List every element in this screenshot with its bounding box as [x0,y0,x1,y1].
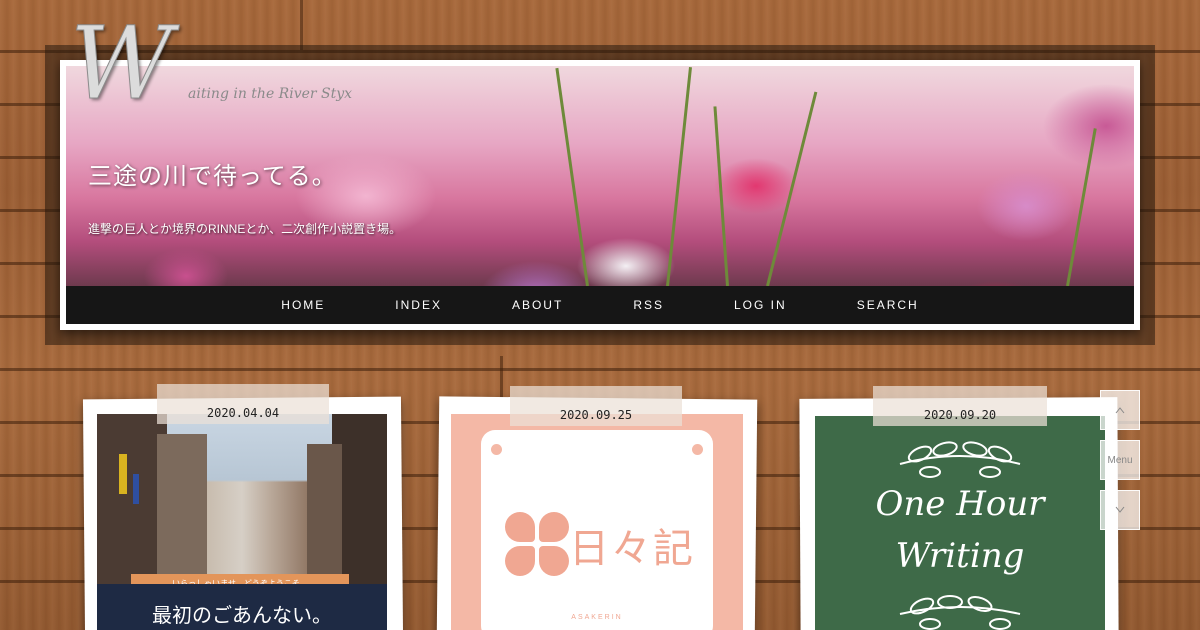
wood-seam [300,0,303,50]
menu-button[interactable]: Menu [1100,440,1140,480]
post-brand-2: ASAKERIN [571,614,623,621]
nav-home[interactable]: HOME [281,298,325,312]
tape-3: 2020.09.20 [873,386,1047,426]
post-date-2: 2020.09.25 [559,408,633,422]
scroll-down-button[interactable] [1100,490,1140,530]
laurel-bottom-icon [899,595,1021,630]
nav-index[interactable]: INDEX [395,298,442,312]
laurel-top-icon [899,441,1021,478]
site-description: 進撃の巨人とか境界のRINNEとか、二次創作小説置き場。 [88,222,402,236]
post-thumbnail-3[interactable]: One Hour Writing [815,416,1105,630]
chevron-up-icon [1115,407,1125,414]
nav-about[interactable]: ABOUT [512,298,563,312]
post-thumbnail-1[interactable]: いらっしゃいませ、どうぞようこそ。 最初のごあんない。 [97,414,387,630]
chevron-down-icon [1115,506,1125,513]
nav-rss[interactable]: RSS [633,298,664,312]
global-nav: HOME INDEX ABOUT RSS LOG IN SEARCH [66,286,1134,324]
site-logo[interactable]: W [70,13,174,114]
clover-icon [505,512,571,578]
menu-label: Menu [1107,454,1133,466]
nav-search[interactable]: SEARCH [857,298,919,312]
tape-1: 2020.04.04 [157,384,329,424]
tape-2: 2020.09.25 [510,386,682,426]
site-title[interactable]: 三途の川で待ってる。 [88,156,337,191]
site-logo-tagline: aiting in the River Styx [188,86,353,102]
nav-login[interactable]: LOG IN [734,298,787,312]
post-title-2[interactable]: 日々記 [569,516,695,574]
scroll-up-button[interactable] [1100,390,1140,430]
post-date-1: 2020.04.04 [206,406,280,420]
post-title-1[interactable]: 最初のごあんない。 [97,584,387,630]
post-title-3-line-2[interactable]: Writing [815,536,1105,576]
post-title-3-line-1[interactable]: One Hour [815,484,1105,524]
post-thumbnail-2[interactable]: 日々記 ASAKERIN [451,414,743,630]
post-date-3: 2020.09.20 [923,408,997,422]
